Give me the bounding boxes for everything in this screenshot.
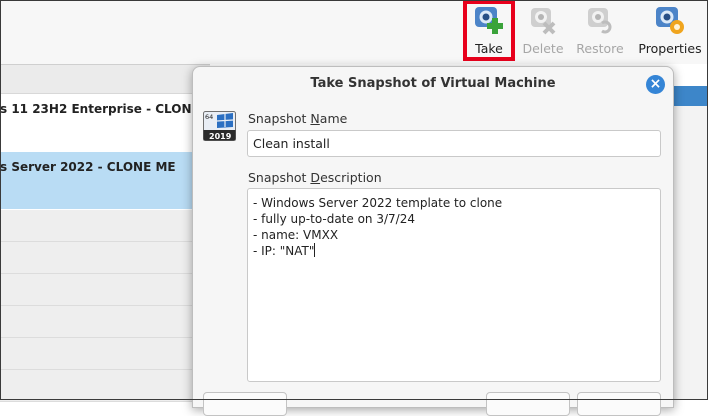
cancel-button[interactable] <box>577 392 661 416</box>
snapshot-properties-button[interactable]: Properties <box>634 0 706 62</box>
snapshot-name-label: Snapshot Name <box>248 111 347 126</box>
vm-name: s Server 2022 - CLONE ME <box>0 160 176 174</box>
vm-list-empty-row <box>0 370 210 402</box>
close-icon[interactable]: × <box>646 75 665 94</box>
snapshot-toolbar: Take Delete Restore Properties <box>0 0 708 64</box>
delete-label: Delete <box>522 41 564 56</box>
camera-restore-icon <box>588 8 612 34</box>
snapshot-description-value: - Windows Server 2022 template to clone … <box>253 196 503 258</box>
camera-gear-icon <box>656 7 684 34</box>
os-badge-bits: 64 <box>205 113 213 121</box>
properties-label: Properties <box>638 41 702 56</box>
label-part: escription <box>320 170 382 185</box>
vm-list-item[interactable]: s 11 23H2 Enterprise - CLONE ME <box>0 94 210 142</box>
details-pane <box>672 106 708 400</box>
delete-snapshot-button[interactable]: Delete <box>518 0 568 62</box>
camera-delete-icon <box>531 8 556 35</box>
ok-button[interactable] <box>486 392 570 416</box>
vm-list-header <box>0 65 210 94</box>
take-highlight-box <box>463 0 515 61</box>
vm-list-empty-row <box>0 306 210 338</box>
restore-snapshot-button[interactable]: Restore <box>572 0 628 62</box>
dialog-title: Take Snapshot of Virtual Machine <box>310 76 556 91</box>
vm-list-empty-row <box>0 210 210 242</box>
label-part: Snapshot <box>248 111 311 126</box>
vm-list-empty-row <box>0 338 210 370</box>
vm-list-empty-row <box>0 274 210 306</box>
os-windows-server-icon: 64 2019 <box>203 111 236 141</box>
details-tab-strip <box>672 86 708 106</box>
snapshot-name-value: Clean install <box>253 136 330 151</box>
restore-label: Restore <box>576 41 624 56</box>
take-snapshot-dialog: Take Snapshot of Virtual Machine × 64 20… <box>192 66 674 416</box>
vm-name: s 11 23H2 Enterprise - CLONE ME <box>0 102 210 116</box>
vm-list-empty-row <box>0 242 210 274</box>
help-button[interactable] <box>203 392 287 416</box>
label-mnemonic: D <box>310 170 321 185</box>
snapshot-name-input[interactable]: Clean install <box>247 130 661 157</box>
os-badge-year: 2019 <box>209 132 232 141</box>
text-caret <box>314 243 316 257</box>
label-part: Snapshot <box>248 170 311 185</box>
snapshot-description-label: Snapshot Description <box>248 170 382 185</box>
label-part: ame <box>319 111 348 126</box>
label-mnemonic: N <box>310 111 320 126</box>
snapshot-description-textarea[interactable]: - Windows Server 2022 template to clone … <box>247 188 661 382</box>
take-snapshot-button[interactable]: Take <box>463 0 515 62</box>
vm-list: s 11 23H2 Enterprise - CLONE ME s Server… <box>0 64 210 402</box>
vm-list-item-selected[interactable]: s Server 2022 - CLONE ME <box>0 152 210 209</box>
